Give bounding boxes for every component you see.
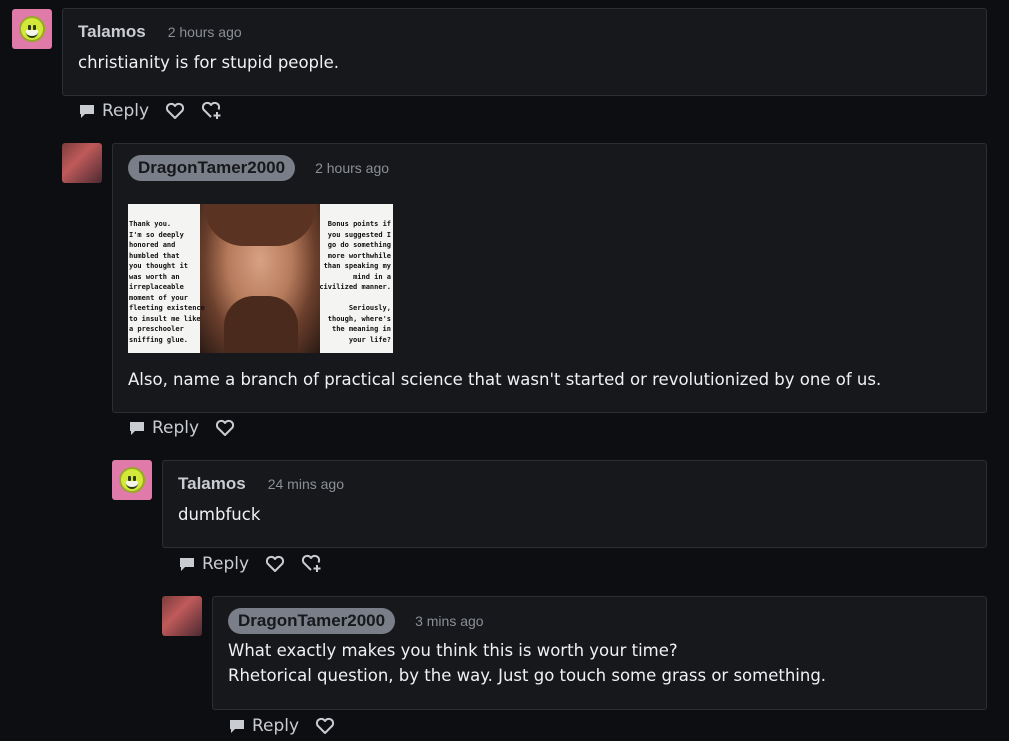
comment-text: dumbfuck [178, 505, 261, 524]
comment-icon [178, 555, 196, 573]
comment-text: christianity is for stupid people. [78, 53, 340, 72]
heart-add-icon[interactable] [201, 101, 223, 121]
comment-text: Also, name a branch of practical science… [128, 370, 882, 389]
comment-text: What exactly makes you think this is wor… [228, 638, 826, 688]
avatar[interactable] [12, 9, 52, 49]
timestamp[interactable]: 3 mins ago [415, 613, 483, 629]
reply-button[interactable]: Reply [178, 554, 249, 574]
like-heart-icon[interactable] [315, 717, 335, 735]
comment-card: DragonTamer2000 3 mins ago What exactly … [212, 596, 987, 710]
comment-line: Rhetorical question, by the way. Just go… [228, 666, 827, 685]
like-heart-icon[interactable] [265, 555, 285, 573]
comment-icon [228, 717, 246, 735]
timestamp[interactable]: 2 hours ago [168, 24, 242, 40]
timestamp[interactable]: 24 mins ago [268, 476, 344, 492]
smiley-icon [119, 467, 145, 493]
reply-button[interactable]: Reply [78, 101, 149, 121]
reply-label: Reply [252, 716, 300, 736]
username[interactable]: Talamos [78, 22, 146, 42]
avatar[interactable] [112, 460, 152, 500]
comment-card: DragonTamer2000 2 hours ago Thank you. I… [112, 143, 987, 413]
meme-left-text: Thank you. I'm so deeply honored and hum… [129, 220, 205, 344]
reply-button[interactable]: Reply [228, 716, 299, 736]
avatar[interactable] [162, 596, 202, 636]
reply-label: Reply [202, 554, 250, 574]
reply-button[interactable]: Reply [128, 418, 199, 438]
comment-card: Talamos 24 mins ago dumbfuck [162, 460, 987, 548]
reply-label: Reply [102, 101, 150, 121]
comment-icon [128, 419, 146, 437]
username[interactable]: DragonTamer2000 [128, 155, 296, 181]
username[interactable]: Talamos [178, 474, 246, 494]
timestamp[interactable]: 2 hours ago [315, 160, 389, 176]
like-heart-icon[interactable] [215, 419, 235, 437]
heart-add-icon[interactable] [301, 554, 323, 574]
smiley-icon [19, 16, 45, 42]
meme-right-text: Bonus points if you suggested I go do so… [319, 220, 391, 344]
comment-card: Talamos 2 hours ago christianity is for … [62, 8, 987, 96]
avatar[interactable] [62, 143, 102, 183]
username[interactable]: DragonTamer2000 [228, 608, 396, 634]
meme-image[interactable]: Thank you. I'm so deeply honored and hum… [128, 204, 393, 353]
like-heart-icon[interactable] [165, 102, 185, 120]
comment-line: What exactly makes you think this is wor… [228, 641, 678, 660]
reply-label: Reply [152, 418, 200, 438]
comment-icon [78, 102, 96, 120]
